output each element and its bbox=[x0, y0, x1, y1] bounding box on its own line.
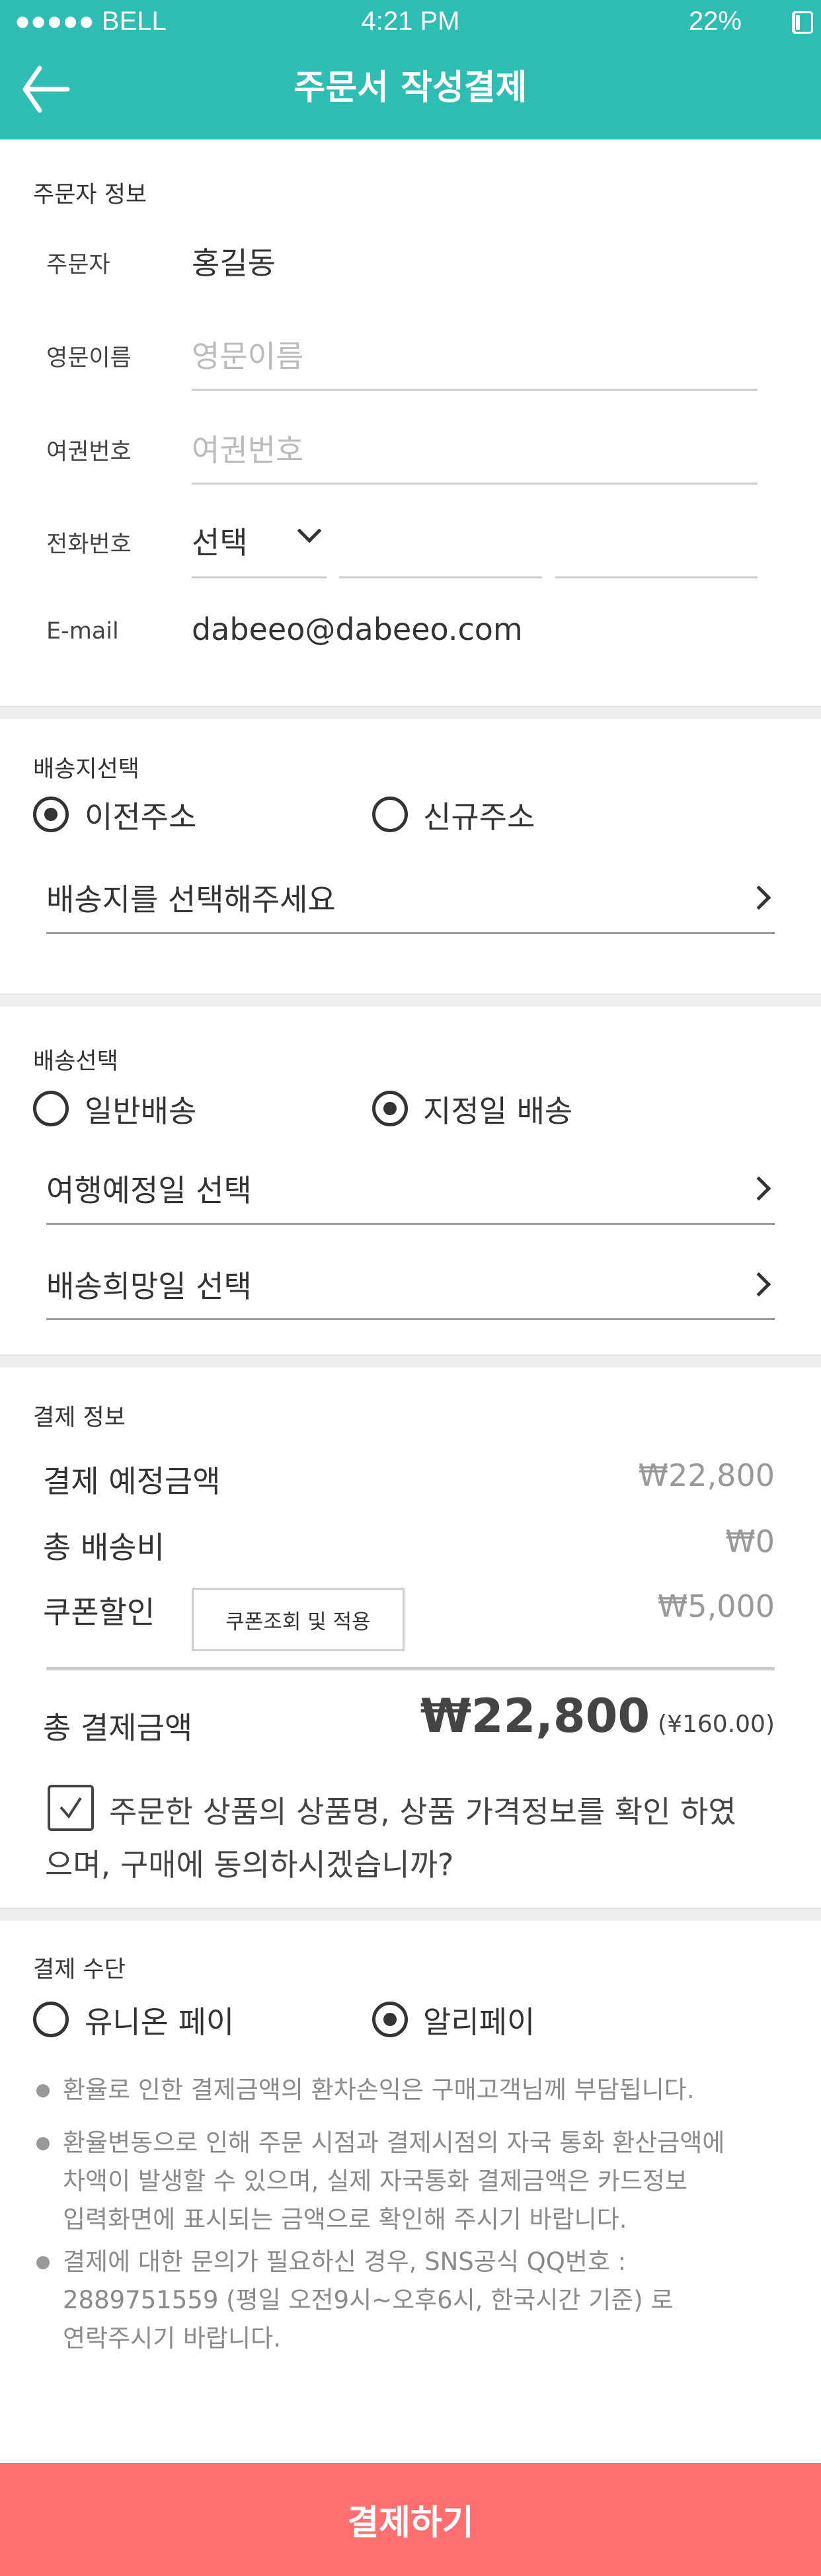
note-line: 차액이 발생할 수 있으며, 실제 자국통화 결제금액은 카드정보 bbox=[63, 2167, 688, 2195]
delivery-heading: 배송선택 bbox=[33, 1048, 118, 1075]
section-divider bbox=[0, 1908, 821, 1921]
note-line: 연락주시기 바랍니다. bbox=[63, 2324, 281, 2353]
phone-label: 전화번호 bbox=[46, 531, 132, 558]
eng-name-label: 영문이름 bbox=[46, 345, 132, 371]
coupon-label: 쿠폰할인 bbox=[43, 1594, 155, 1630]
coupon-button[interactable]: 쿠폰조회 및 적용 bbox=[192, 1588, 405, 1651]
orderer-name: 홍길동 bbox=[192, 245, 276, 281]
section-divider bbox=[0, 1354, 821, 1368]
travel-date-underline bbox=[46, 1223, 775, 1225]
note-3: 결제에 대한 문의가 필요하신 경우, SNS공식 QQ번호 : 2889751… bbox=[63, 2243, 790, 2358]
normal-delivery-label[interactable]: 일반배송 bbox=[85, 1087, 196, 1131]
email-value: dabeeo@dabeeo.com bbox=[192, 611, 523, 647]
radio-date-delivery[interactable] bbox=[372, 1091, 408, 1126]
shipping-value: ₩0 bbox=[725, 1524, 775, 1559]
total-label: 총 결제금액 bbox=[43, 1710, 193, 1746]
chevron-right-icon[interactable] bbox=[746, 1272, 771, 1297]
union-pay-label[interactable]: 유니온 페이 bbox=[85, 1998, 234, 2042]
orderer-heading: 주문자 정보 bbox=[33, 182, 147, 208]
total-cny: (¥160.00) bbox=[658, 1711, 775, 1738]
total-amount: ₩22,800 (¥160.00) bbox=[420, 1689, 775, 1743]
prev-address-label[interactable]: 이전주소 bbox=[85, 793, 196, 837]
bullet-icon bbox=[36, 2084, 50, 2097]
phone-part3[interactable] bbox=[555, 576, 758, 578]
agree-checkbox[interactable] bbox=[48, 1785, 94, 1831]
total-value: ₩22,800 bbox=[420, 1689, 650, 1743]
note-2: 환율변동으로 인해 주문 시점과 결제시점의 자국 통화 환산금액에 차액이 발… bbox=[63, 2124, 790, 2239]
note-line: 환율로 인한 결제금액의 환차손익은 구매고객님께 부담됩니다. bbox=[63, 2076, 695, 2104]
wish-date-select[interactable]: 배송희망일 선택 bbox=[46, 1263, 252, 1306]
chevron-down-icon[interactable] bbox=[297, 518, 322, 543]
orderer-label: 주문자 bbox=[46, 252, 110, 278]
radio-alipay[interactable] bbox=[372, 2002, 408, 2037]
battery-shell bbox=[792, 11, 813, 34]
planned-amount-label: 결제 예정금액 bbox=[43, 1464, 221, 1499]
phone-prefix-select[interactable]: 선택 bbox=[192, 519, 248, 563]
payment-info-heading: 결제 정보 bbox=[33, 1405, 126, 1431]
pay-button[interactable]: 결제하기 bbox=[0, 2463, 821, 2576]
bullet-icon bbox=[36, 2137, 50, 2150]
passport-label: 여권번호 bbox=[46, 439, 132, 465]
date-delivery-label[interactable]: 지정일 배송 bbox=[423, 1087, 572, 1131]
checkmark-icon bbox=[59, 1797, 82, 1819]
address-select[interactable]: 배송지를 선택해주세요 bbox=[46, 876, 336, 919]
total-divider bbox=[46, 1667, 775, 1670]
email-label: E-mail bbox=[46, 618, 119, 644]
app-header: ●●●●● BELL 4:21 PM 22% 주문서 작성결제 bbox=[0, 0, 821, 139]
travel-date-select[interactable]: 여행예정일 선택 bbox=[46, 1167, 252, 1210]
payment-method-heading: 결제 수단 bbox=[33, 1957, 126, 1983]
phone-part1[interactable] bbox=[192, 576, 327, 578]
note-line: 결제에 대한 문의가 필요하신 경우, SNS공식 QQ번호 : bbox=[63, 2247, 627, 2276]
planned-amount-value: ₩22,800 bbox=[638, 1458, 775, 1493]
section-divider bbox=[0, 994, 821, 1007]
chevron-right-icon[interactable] bbox=[746, 1176, 771, 1201]
coupon-value: ₩5,000 bbox=[657, 1588, 775, 1624]
note-line: 입력화면에 표시되는 금액으로 확인해 주시기 바랍니다. bbox=[63, 2205, 627, 2234]
note-line: 환율변동으로 인해 주문 시점과 결제시점의 자국 통화 환산금액에 bbox=[63, 2128, 725, 2157]
page-title: 주문서 작성결제 bbox=[293, 68, 528, 108]
new-address-label[interactable]: 신규주소 bbox=[423, 793, 535, 837]
address-underline bbox=[46, 932, 775, 934]
shipping-label: 총 배송비 bbox=[43, 1530, 165, 1565]
note-line: 2889751559 (평일 오전9시~오후6시, 한국시간 기준) 로 bbox=[63, 2286, 674, 2314]
radio-normal-delivery[interactable] bbox=[33, 1091, 69, 1126]
radio-union-pay[interactable] bbox=[33, 2002, 69, 2037]
radio-new-address[interactable] bbox=[372, 797, 408, 832]
alipay-label[interactable]: 알리페이 bbox=[423, 1998, 535, 2042]
section-divider bbox=[0, 706, 821, 719]
wish-date-underline bbox=[46, 1318, 775, 1320]
eng-name-input[interactable]: 영문이름 bbox=[192, 332, 303, 376]
note-1: 환율로 인한 결제금액의 환차손익은 구매고객님께 부담됩니다. bbox=[63, 2071, 790, 2109]
passport-input[interactable]: 여권번호 bbox=[192, 426, 303, 470]
phone-part2[interactable] bbox=[339, 576, 542, 578]
radio-prev-address[interactable] bbox=[33, 797, 69, 832]
chevron-right-icon[interactable] bbox=[746, 885, 771, 910]
agree-text-line2: 으며, 구매에 동의하시겠습니까? bbox=[45, 1847, 454, 1883]
eng-name-underline bbox=[192, 389, 758, 391]
battery-percent: 22% bbox=[688, 7, 742, 36]
address-heading: 배송지선택 bbox=[33, 756, 140, 783]
passport-underline bbox=[192, 483, 758, 485]
agree-text-line1: 주문한 상품의 상품명, 상품 가격정보를 확인 하였 bbox=[109, 1794, 736, 1830]
bullet-icon bbox=[36, 2256, 50, 2269]
